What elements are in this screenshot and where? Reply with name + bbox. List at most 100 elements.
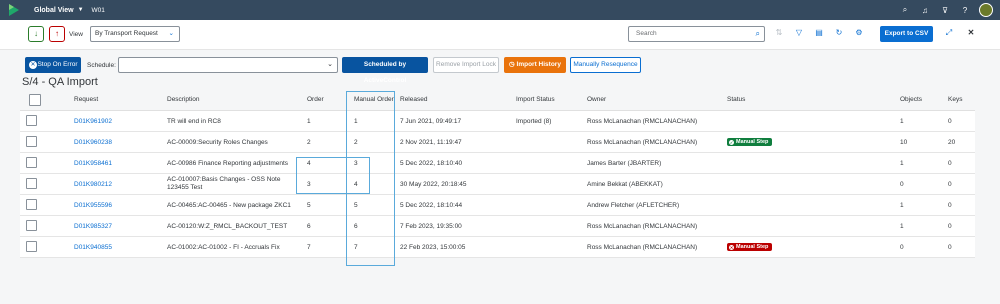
row-checkbox[interactable] [26,178,37,189]
view-select-value: By Transport Request [95,30,158,37]
search-input[interactable]: Search ⌕ [628,26,765,42]
description-cell: TR will end in RC8 [167,117,221,125]
import-status-cell: Imported (8) [516,117,552,125]
table-row[interactable]: D01K940855 AC-01002:AC-01002 - FI - Accr… [20,237,975,258]
app-logo-icon[interactable] [9,4,19,16]
schedule-select[interactable]: ⌄ [118,57,338,73]
owner-cell: Amine Bekkat (ABEKKAT) [587,180,663,188]
request-link[interactable]: D01K985327 [74,216,112,236]
toolbar: ↓ ↑ View By Transport Request ⌄ Search ⌕… [0,20,1000,50]
released-cell: 7 Jun 2021, 09:49:17 [400,117,462,125]
description-cell: AC-010007:Basis Changes - OSS Note 12345… [167,176,281,191]
column-header-released[interactable]: Released [400,89,427,110]
move-up-button[interactable]: ↑ [49,26,65,42]
owner-cell: Ross McLanachan (RMCLANACHAN) [587,117,698,125]
table-row[interactable]: D01K980212 AC-010007:Basis Changes - OSS… [20,174,975,195]
keys-cell: 0 [948,159,952,167]
owner-cell: Ross McLanachan (RMCLANACHAN) [587,243,698,251]
description-cell: AC-00986 Finance Reporting adjustments [167,159,289,167]
row-checkbox[interactable] [26,115,37,126]
table-row[interactable]: D01K985327 AC-00120:W:Z_RMCL_BACKOUT_TES… [20,216,975,237]
group-icon[interactable]: ▤ [814,28,824,37]
column-header-import-status[interactable]: Import Status [516,89,555,110]
search-placeholder: Search [636,30,657,37]
objects-cell: 1 [900,222,904,230]
objects-cell: 10 [900,138,908,146]
select-all-checkbox[interactable] [29,94,41,106]
table-row[interactable]: D01K960238 AC-00009:Security Roles Chang… [20,132,975,153]
request-link[interactable]: D01K961902 [74,111,112,131]
scheduled-by-activecontrol-button[interactable]: Scheduled by ActiveControl [342,57,428,84]
search-icon[interactable]: ⌕ [756,27,760,41]
filter-icon[interactable]: ▽ [794,28,804,37]
column-header-request[interactable]: Request [74,89,98,110]
bell-icon[interactable]: ♫ [920,6,930,15]
column-header-owner[interactable]: Owner [587,89,606,110]
sort-icon[interactable]: ⇅ [774,28,784,37]
move-down-button[interactable]: ↓ [28,26,44,42]
row-checkbox[interactable] [26,199,37,210]
keys-cell: 20 [948,138,956,146]
shell-bar: Global View ▼ W01 ⌕ ♫ ⊽ ? [0,0,1000,20]
column-header-objects[interactable]: Objects [900,89,922,110]
export-csv-button[interactable]: Export to CSV [880,26,933,42]
objects-cell: 1 [900,159,904,167]
table-row[interactable]: D01K961902 TR will end in RC8 1 1 7 Jun … [20,111,975,132]
order-cell: 7 [307,243,311,251]
table-row[interactable]: D01K955596 AC-00465:AC-00465 - New packa… [20,195,975,216]
settings-icon[interactable]: ⚙ [854,28,864,37]
status-cell: ✕ Manual Step [727,237,773,257]
view-select[interactable]: By Transport Request ⌄ [90,26,180,42]
schedule-label: Schedule: [87,62,116,69]
column-header-status[interactable]: Status [727,89,745,110]
manual-step-badge[interactable]: ✕ Manual Step [727,243,773,251]
description-cell: AC-00465:AC-00465 - New package ZKC1 [167,201,291,209]
order-cell: 6 [307,222,311,230]
objects-cell: 1 [900,117,904,125]
row-checkbox[interactable] [26,157,37,168]
stop-on-error-label: Stop On Error [37,61,78,68]
keys-cell: 0 [948,222,952,230]
app-title[interactable]: Global View [34,7,74,14]
row-checkbox[interactable] [26,241,37,252]
column-header-order[interactable]: Order [307,89,324,110]
fullscreen-icon[interactable]: ⤢ [944,28,954,38]
system-id: W01 [91,6,105,14]
manually-resequence-button[interactable]: Manually Resequence [570,57,641,73]
column-header-description[interactable]: Description [167,89,200,110]
request-link[interactable]: D01K955596 [74,195,112,215]
released-cell: 22 Feb 2023, 15:00:05 [400,243,466,251]
owner-cell: Ross McLanachan (RMCLANACHAN) [587,138,698,146]
import-history-button[interactable]: ◷ Import History [504,57,566,73]
refresh-icon[interactable]: ↻ [834,28,844,37]
owner-cell: Ross McLanachan (RMCLANACHAN) [587,222,698,230]
search-icon[interactable]: ⌕ [900,5,910,15]
close-icon[interactable]: ✕ [966,28,976,38]
column-header-keys[interactable]: Keys [948,89,962,110]
import-history-label: Import History [516,61,561,68]
error-icon: ✕ [729,244,734,250]
request-link[interactable]: D01K958461 [74,153,112,173]
transport-table: Request Description Order Manual Order R… [20,89,975,258]
check-icon: ✓ [729,139,734,145]
help-icon[interactable]: ? [960,6,970,15]
manual-step-label: Manual Step [736,244,769,250]
row-checkbox[interactable] [26,136,37,147]
request-link[interactable]: D01K960238 [74,132,112,152]
objects-cell: 1 [900,201,904,209]
filter-off-icon[interactable]: ⊽ [940,6,950,15]
request-link[interactable]: D01K940855 [74,237,112,257]
description-cell: AC-00120:W:Z_RMCL_BACKOUT_TEST [167,222,288,230]
avatar[interactable] [979,3,993,17]
remove-import-lock-button[interactable]: Remove Import Lock [433,57,499,73]
view-label: View [69,31,83,38]
row-checkbox[interactable] [26,220,37,231]
app-title-chevron-down-icon[interactable]: ▼ [78,7,84,13]
description-cell: AC-00009:Security Roles Changes [167,138,268,146]
table-row[interactable]: D01K958461 AC-00986 Finance Reporting ad… [20,153,975,174]
stop-on-error-button[interactable]: ✕ Stop On Error [25,57,81,73]
manual-step-badge[interactable]: ✓ Manual Step [727,138,773,146]
page-title: S/4 - QA Import [22,76,98,88]
request-link[interactable]: D01K980212 [74,174,112,194]
released-cell: 5 Dec 2022, 18:10:44 [400,201,463,209]
